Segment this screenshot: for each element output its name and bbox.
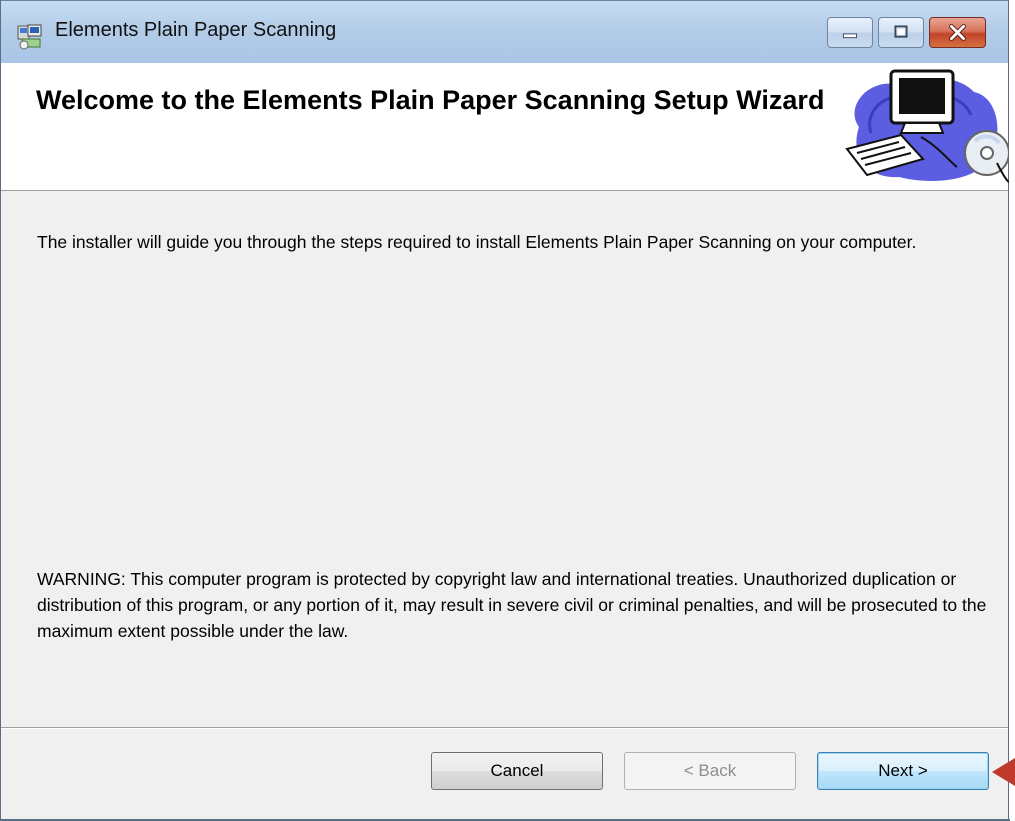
title-bar[interactable]: Elements Plain Paper Scanning	[1, 0, 1008, 63]
cancel-button[interactable]: Cancel	[431, 752, 603, 790]
back-button[interactable]: < Back	[624, 752, 796, 790]
installer-app-icon	[17, 24, 42, 50]
intro-text: The installer will guide you through the…	[37, 232, 917, 252]
maximize-button[interactable]	[878, 17, 924, 48]
window-title: Elements Plain Paper Scanning	[55, 19, 337, 41]
footer-divider	[1, 727, 1008, 729]
minimize-button[interactable]	[827, 17, 873, 48]
close-icon	[949, 24, 966, 41]
wizard-title: Welcome to the Elements Plain Paper Scan…	[36, 85, 825, 115]
close-button[interactable]	[929, 17, 986, 48]
copyright-warning-text: WARNING: This computer program is protec…	[37, 569, 987, 641]
installer-window: Elements Plain Paper Scanning Welcome to…	[0, 0, 1010, 821]
maximize-icon	[894, 25, 908, 38]
pointer-arrow-icon	[992, 758, 1015, 786]
minimize-icon	[842, 33, 858, 39]
computer-cd-clipart-icon	[845, 69, 1009, 183]
wizard-header: Welcome to the Elements Plain Paper Scan…	[1, 63, 1009, 191]
next-button[interactable]: Next >	[817, 752, 989, 790]
